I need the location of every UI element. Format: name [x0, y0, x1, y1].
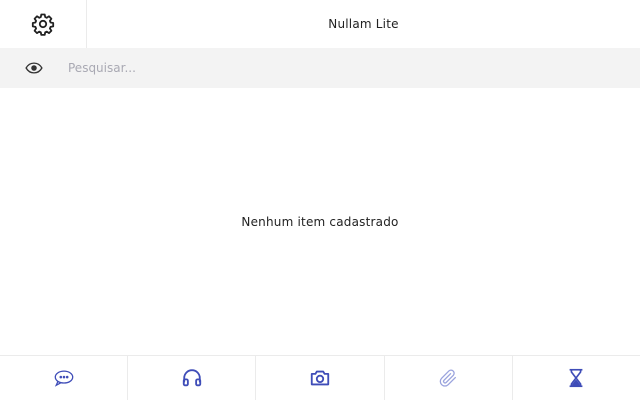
- paperclip-icon: [439, 369, 457, 387]
- search-input[interactable]: [62, 56, 622, 80]
- attach-button[interactable]: [385, 356, 513, 400]
- header: Nullam Lite: [0, 0, 640, 48]
- app-window: Nullam Lite Nenhum item cadastrado: [0, 0, 640, 400]
- chat-button[interactable]: [0, 356, 129, 400]
- audio-button[interactable]: [128, 356, 257, 400]
- settings-button[interactable]: [0, 0, 87, 48]
- headphones-icon: [182, 369, 201, 387]
- eye-icon[interactable]: [24, 60, 44, 76]
- empty-state-message: Nenhum item cadastrado: [241, 214, 399, 229]
- chat-bubble-icon: [54, 370, 73, 387]
- hourglass-icon: [569, 368, 583, 388]
- camera-icon: [310, 370, 330, 386]
- gear-icon: [31, 13, 55, 36]
- main-content: Nenhum item cadastrado: [0, 88, 640, 355]
- history-button[interactable]: [513, 356, 640, 400]
- page-title: Nullam Lite: [328, 17, 399, 31]
- bottom-toolbar: [0, 355, 640, 400]
- search-bar: [0, 48, 640, 88]
- camera-button[interactable]: [256, 356, 385, 400]
